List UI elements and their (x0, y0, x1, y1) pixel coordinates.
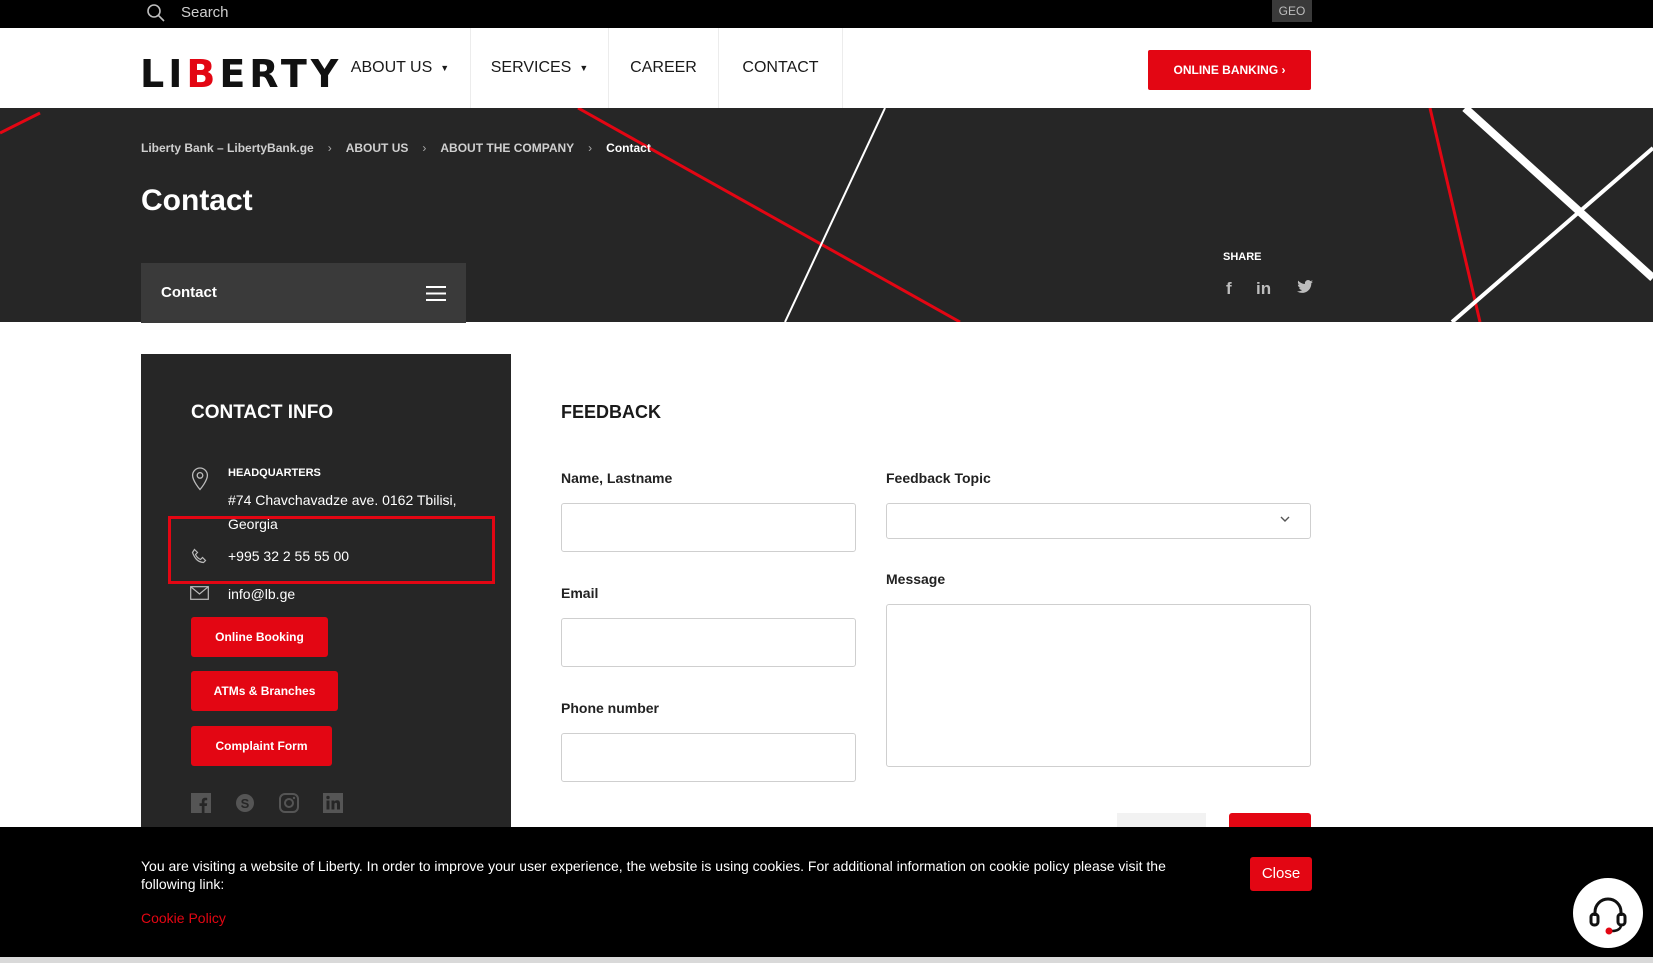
name-input[interactable] (561, 503, 856, 552)
search-input[interactable]: Search (181, 4, 229, 21)
search-icon[interactable] (146, 3, 166, 23)
logo[interactable]: LIBERTY (140, 52, 342, 96)
chevron-right-icon: › (588, 141, 593, 155)
feedback-topic-label: Feedback Topic (886, 470, 991, 486)
page-title: Contact (141, 184, 253, 217)
breadcrumb-current: Contact (606, 141, 651, 155)
skype-icon[interactable]: S (235, 793, 255, 813)
chevron-right-icon: › (422, 141, 427, 155)
svg-text:S: S (241, 796, 250, 811)
cookie-close-button[interactable]: Close (1250, 857, 1312, 891)
twitter-icon[interactable] (1297, 280, 1313, 294)
location-pin-icon (191, 467, 209, 491)
instagram-icon[interactable] (279, 793, 299, 813)
facebook-icon[interactable]: f (1226, 279, 1232, 299)
submit-button[interactable] (1229, 813, 1311, 827)
mail-icon (190, 586, 209, 600)
share-label: SHARE (1223, 251, 1262, 263)
chat-support-button[interactable] (1573, 878, 1643, 948)
email-link[interactable]: info@lb.ge (228, 586, 295, 602)
breadcrumb-home[interactable]: Liberty Bank – LibertyBank.ge (141, 141, 314, 155)
online-banking-label: ONLINE BANKING (1173, 63, 1279, 77)
nav-about-us[interactable]: ABOUT US ▼ (330, 28, 471, 108)
phone-label: Phone number (561, 700, 660, 716)
contact-info-title: CONTACT INFO (191, 402, 334, 423)
breadcrumb-about-us[interactable]: ABOUT US (346, 141, 409, 155)
nav-label: ABOUT US (350, 59, 433, 77)
headset-icon (1589, 897, 1627, 935)
nav-label: CONTACT (742, 59, 819, 76)
reset-button[interactable] (1117, 813, 1206, 827)
highlight-box (168, 516, 495, 584)
phone-input[interactable] (561, 733, 856, 782)
caret-down-icon: ▼ (579, 63, 589, 73)
facebook-icon[interactable] (191, 793, 211, 813)
bottom-scrollbar (0, 957, 1653, 963)
logo-left: LI (140, 52, 187, 96)
caret-down-icon: ▼ (440, 63, 450, 73)
chevron-right-icon: › (327, 141, 332, 155)
linkedin-icon[interactable] (323, 793, 343, 813)
top-bar (0, 0, 1653, 28)
atms-branches-button[interactable]: ATMs & Branches (191, 671, 338, 711)
language-switch[interactable]: GEO (1272, 0, 1312, 22)
complaint-form-button[interactable]: Complaint Form (191, 726, 332, 766)
logo-right: ERTY (219, 52, 343, 96)
message-textarea[interactable] (886, 604, 1311, 767)
nav-services[interactable]: SERVICES ▼ (471, 28, 609, 108)
email-input[interactable] (561, 618, 856, 667)
nav-career[interactable]: CAREER (609, 28, 719, 108)
online-booking-button[interactable]: Online Booking (191, 617, 328, 657)
headquarters-label: HEADQUARTERS (228, 467, 321, 479)
section-menu-label: Contact (161, 284, 217, 301)
feedback-title: FEEDBACK (561, 402, 662, 422)
cookie-text: You are visiting a website of Liberty. I… (141, 858, 1166, 892)
email-label: Email (561, 585, 599, 601)
breadcrumb-about-company[interactable]: ABOUT THE COMPANY (440, 141, 574, 155)
nav-label: CAREER (630, 59, 697, 76)
message-label: Message (886, 571, 946, 587)
chevron-down-icon (1280, 516, 1290, 522)
logo-mid: B (186, 52, 220, 96)
breadcrumb: Liberty Bank – LibertyBank.ge › ABOUT US › A… (141, 141, 651, 155)
chevron-right-icon: › (1281, 63, 1286, 77)
linkedin-icon[interactable]: in (1256, 279, 1271, 299)
feedback-topic-select[interactable] (886, 503, 1311, 539)
nav-contact[interactable]: CONTACT (719, 28, 843, 108)
cookie-policy-link[interactable]: Cookie Policy (141, 910, 226, 926)
section-menu-select[interactable]: Contact (141, 263, 466, 323)
menu-icon[interactable] (426, 286, 446, 301)
online-banking-button[interactable]: ONLINE BANKING › (1148, 50, 1311, 90)
nav-label: SERVICES (490, 59, 572, 77)
name-label: Name, Lastname (561, 470, 673, 486)
